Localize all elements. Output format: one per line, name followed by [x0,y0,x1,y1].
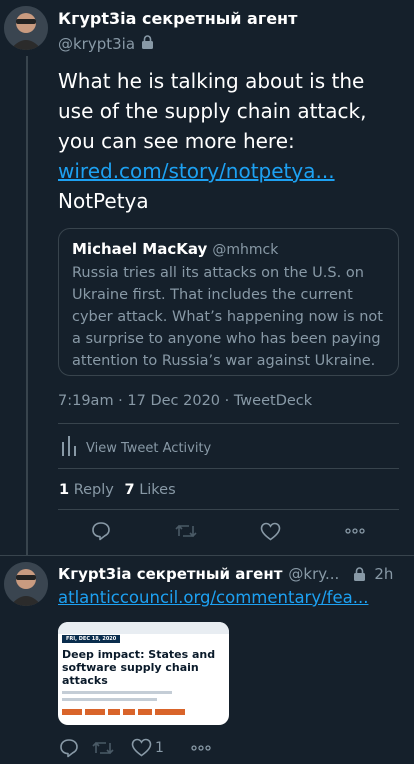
reply-header: Кгурt3іа секретный агент @kry... 2h [58,565,404,583]
activity-icon [62,436,76,460]
lock-icon [353,567,366,581]
view-activity-link[interactable]: View Tweet Activity [62,436,211,460]
card-date: FRI, DEC 18, 2020 [62,635,121,643]
tweet-text: What he is talking about is the use of t… [58,66,398,216]
reply-icon [92,522,110,541]
reply-button[interactable] [58,737,80,759]
like-button[interactable] [259,520,281,542]
card-tag [138,709,152,715]
reply-count-label[interactable]: Reply [74,482,114,498]
lock-icon [141,34,154,53]
quote-author-name: Michael MacKay [72,240,208,258]
thread-line [26,56,28,556]
tweet-separator [0,555,414,556]
card-tag [62,709,82,715]
card-headline: Deep impact: States and software supply … [62,648,216,687]
reply-author-handle[interactable]: @kry... [288,565,339,583]
avatar-image [4,6,48,50]
quote-author-handle: @mhmck [212,242,279,258]
card-byline-line [62,691,172,694]
like-count: 7 [124,482,135,498]
reply-link[interactable]: atlanticcouncil.org/commentary/fea... [58,588,368,607]
card-tag [123,709,135,715]
tweet-link[interactable]: wired.com/story/notpetya... [58,159,335,183]
retweet-icon [175,524,197,538]
quote-text: Russia tries all its attacks on the U.S.… [72,265,383,369]
heart-icon [260,522,280,540]
tweet-timestamp[interactable]: 7:19am · 17 Dec 2020 · TweetDeck [58,393,312,409]
divider [58,509,399,510]
like-count-label[interactable]: Likes [139,482,175,498]
avatar-image [4,562,48,606]
quote-header: Michael MacKay @mhmck [72,239,278,258]
reply-icon [60,739,78,758]
more-options-button[interactable] [344,520,366,542]
card-top-strip [58,622,229,634]
card-tag [85,709,105,715]
reply-author-name[interactable]: Кгурt3іа секретный агент [58,565,282,583]
tweet-text-part-1: What he is talking about is the use of t… [58,69,367,153]
heart-icon [131,738,152,757]
author-name[interactable]: Кгурt3іа секретный агент [58,9,297,28]
card-tag [108,709,120,715]
more-icon [345,528,365,534]
divider [58,423,399,424]
more-icon [191,745,211,751]
avatar[interactable] [4,562,48,606]
retweet-icon [92,741,114,755]
tweet-stats: 1 Reply 7 Likes [59,482,176,498]
retweet-button[interactable] [91,738,115,758]
handle-row: @krypt3ia [58,34,154,53]
tweet-text-part-2: NotPetya [58,189,149,213]
avatar[interactable] [4,6,48,50]
card-tags [62,709,185,715]
quoted-tweet[interactable]: Michael MacKay @mhmck Russia tries all i… [58,228,399,376]
reply-time[interactable]: 2h [374,565,393,583]
reply-button[interactable] [90,520,112,542]
reply-like-count: 1 [155,739,164,756]
link-preview-card[interactable]: FRI, DEC 18, 2020 Deep impact: States an… [58,622,229,725]
activity-label: View Tweet Activity [86,440,212,456]
like-button[interactable]: 1 [131,738,164,757]
divider [58,468,399,469]
card-byline-line [62,698,157,701]
author-handle[interactable]: @krypt3ia [58,35,135,53]
card-tag [155,709,185,715]
more-options-button[interactable] [190,737,212,759]
retweet-button[interactable] [174,520,198,542]
reply-count: 1 [59,482,70,498]
